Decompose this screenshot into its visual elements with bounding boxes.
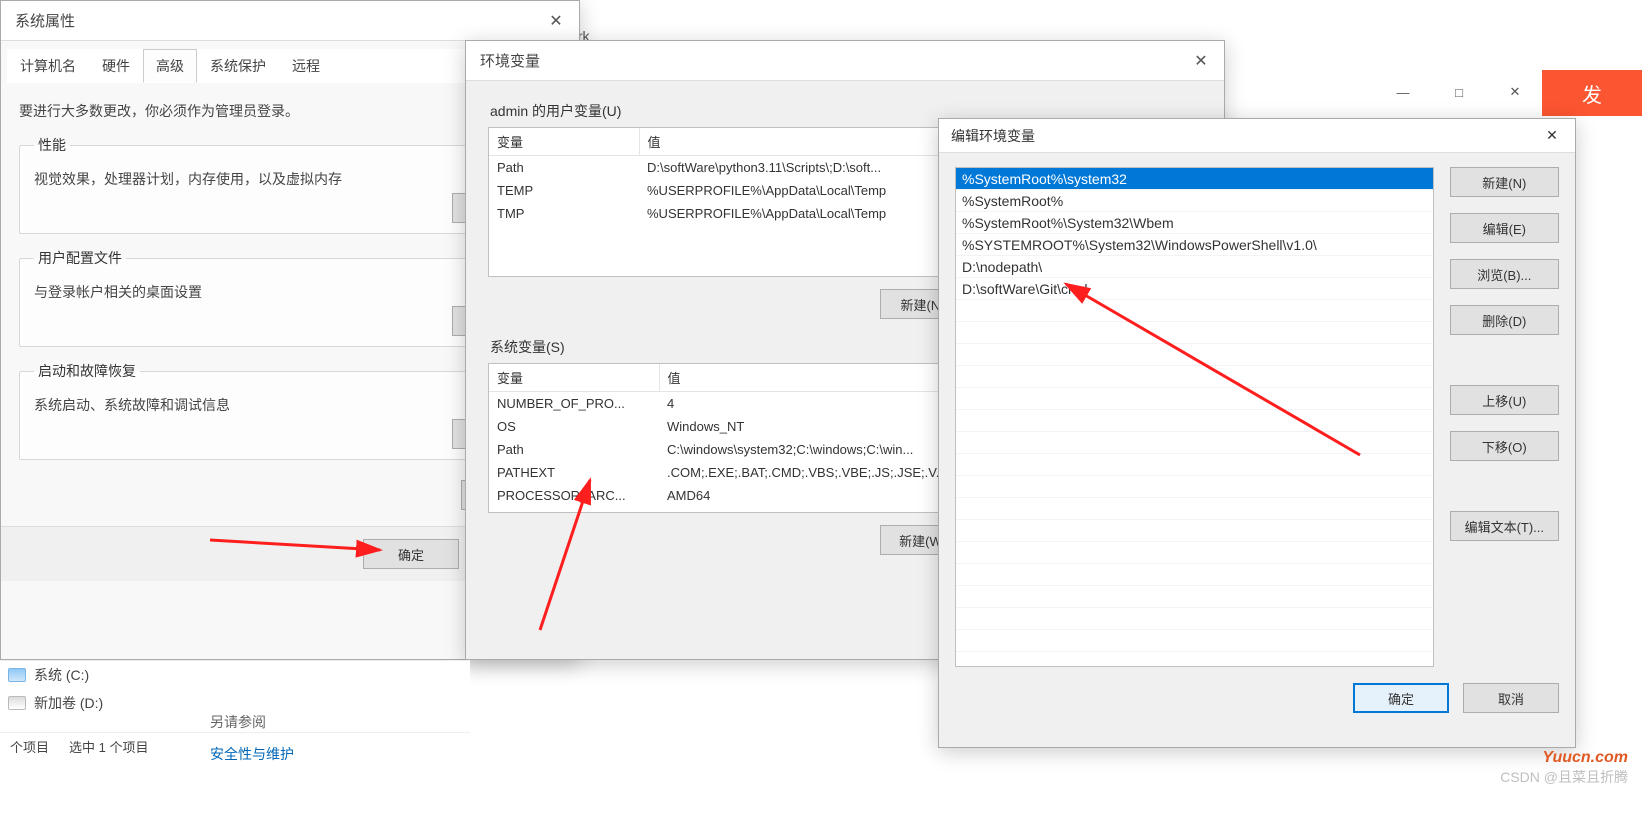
col-variable[interactable]: 变量 [489,128,639,156]
path-entry-empty[interactable] [956,300,1433,322]
path-entry[interactable]: %SystemRoot%\system32 [956,168,1433,190]
path-browse-button[interactable]: 浏览(B)... [1450,259,1559,289]
path-move-down-button[interactable]: 下移(O) [1450,431,1559,461]
drive-c-label: 系统 (C:) [34,665,89,685]
path-entry-empty[interactable] [956,520,1433,542]
path-delete-button[interactable]: 删除(D) [1450,305,1559,335]
branding: Yuucn.com CSDN @且菜且折腾 [1500,749,1628,787]
tab-system-protection[interactable]: 系统保护 [197,49,279,83]
path-entries-list[interactable]: %SystemRoot%\system32%SystemRoot%%System… [955,167,1434,667]
cell-var: Path [489,438,659,461]
cell-var: OS [489,415,659,438]
close-icon[interactable]: ✕ [1529,119,1575,152]
system-properties-titlebar: 系统属性 ✕ [1,1,579,41]
path-move-up-button[interactable]: 上移(U) [1450,385,1559,415]
status-selected: 选中 1 个项目 [69,737,148,756]
path-entry[interactable]: D:\softWare\Git\cmd [956,278,1433,300]
editpath-ok-button[interactable]: 确定 [1353,683,1449,713]
security-maintenance-link[interactable]: 安全性与维护 [210,744,294,764]
startup-recovery-legend: 启动和故障恢复 [34,361,140,381]
tab-hardware[interactable]: 硬件 [89,49,143,83]
path-entry-empty[interactable] [956,630,1433,652]
see-also-panel: 另请参阅 安全性与维护 [210,712,294,764]
close-icon[interactable]: ✕ [1498,80,1532,104]
close-icon[interactable]: ✕ [533,1,579,40]
editpath-cancel-button[interactable]: 取消 [1463,683,1559,713]
cell-var: TEMP [489,179,639,202]
path-entry-empty[interactable] [956,498,1433,520]
path-entry-empty[interactable] [956,410,1433,432]
path-entry[interactable]: %SYSTEMROOT%\System32\WindowsPowerShell\… [956,234,1433,256]
cell-var: PROCESSOR_ARC... [489,484,659,507]
path-new-button[interactable]: 新建(N) [1450,167,1559,197]
user-profiles-legend: 用户配置文件 [34,248,126,268]
tab-computer-name[interactable]: 计算机名 [7,49,89,83]
editpath-titlebar: 编辑环境变量 ✕ [939,119,1575,153]
path-entry[interactable]: D:\nodepath\ [956,256,1433,278]
cell-var: NUMBER_OF_PRO... [489,392,659,416]
path-entry-empty[interactable] [956,344,1433,366]
close-icon[interactable]: ✕ [1178,41,1224,80]
status-item-count: 个项目 [10,737,49,756]
tab-advanced[interactable]: 高级 [143,49,197,83]
path-entry-empty[interactable] [956,322,1433,344]
path-entry[interactable]: %SystemRoot%\System32\Wbem [956,212,1433,234]
path-edit-text-button[interactable]: 编辑文本(T)... [1450,511,1559,541]
cell-var: PATHEXT [489,461,659,484]
drive-icon [8,668,26,682]
system-properties-title: 系统属性 [15,10,75,31]
path-entry-empty[interactable] [956,608,1433,630]
envvars-title: 环境变量 [480,50,540,71]
background-window-buttons: — □ ✕ [1386,80,1532,104]
minimize-icon[interactable]: — [1386,80,1420,104]
tab-remote[interactable]: 远程 [279,49,333,83]
path-entry-empty[interactable] [956,586,1433,608]
maximize-icon[interactable]: □ [1442,80,1476,104]
path-entry[interactable]: %SystemRoot% [956,190,1433,212]
branding-site: Yuucn.com [1500,749,1628,767]
path-entry-empty[interactable] [956,564,1433,586]
drive-c-item[interactable]: 系统 (C:) [0,661,470,689]
drive-icon [8,696,26,710]
path-entry-empty[interactable] [956,542,1433,564]
cell-var: TMP [489,202,639,225]
drive-d-label: 新加卷 (D:) [34,693,103,713]
edit-environment-variable-window: 编辑环境变量 ✕ %SystemRoot%\system32%SystemRoo… [938,118,1576,748]
publish-button[interactable]: 发 [1542,70,1642,116]
path-edit-button[interactable]: 编辑(E) [1450,213,1559,243]
col-variable[interactable]: 变量 [489,364,659,392]
path-entry-empty[interactable] [956,432,1433,454]
path-entry-empty[interactable] [956,476,1433,498]
branding-csdn: CSDN @且菜且折腾 [1500,767,1628,787]
path-entry-empty[interactable] [956,388,1433,410]
path-entry-empty[interactable] [956,366,1433,388]
cell-var: Path [489,156,639,180]
path-entry-empty[interactable] [956,652,1433,667]
path-entry-empty[interactable] [956,454,1433,476]
editpath-title: 编辑环境变量 [951,126,1035,146]
performance-legend: 性能 [34,135,70,155]
envvars-titlebar: 环境变量 ✕ [466,41,1224,81]
sysprops-ok-button[interactable]: 确定 [363,539,459,569]
see-also-heading: 另请参阅 [210,712,294,732]
